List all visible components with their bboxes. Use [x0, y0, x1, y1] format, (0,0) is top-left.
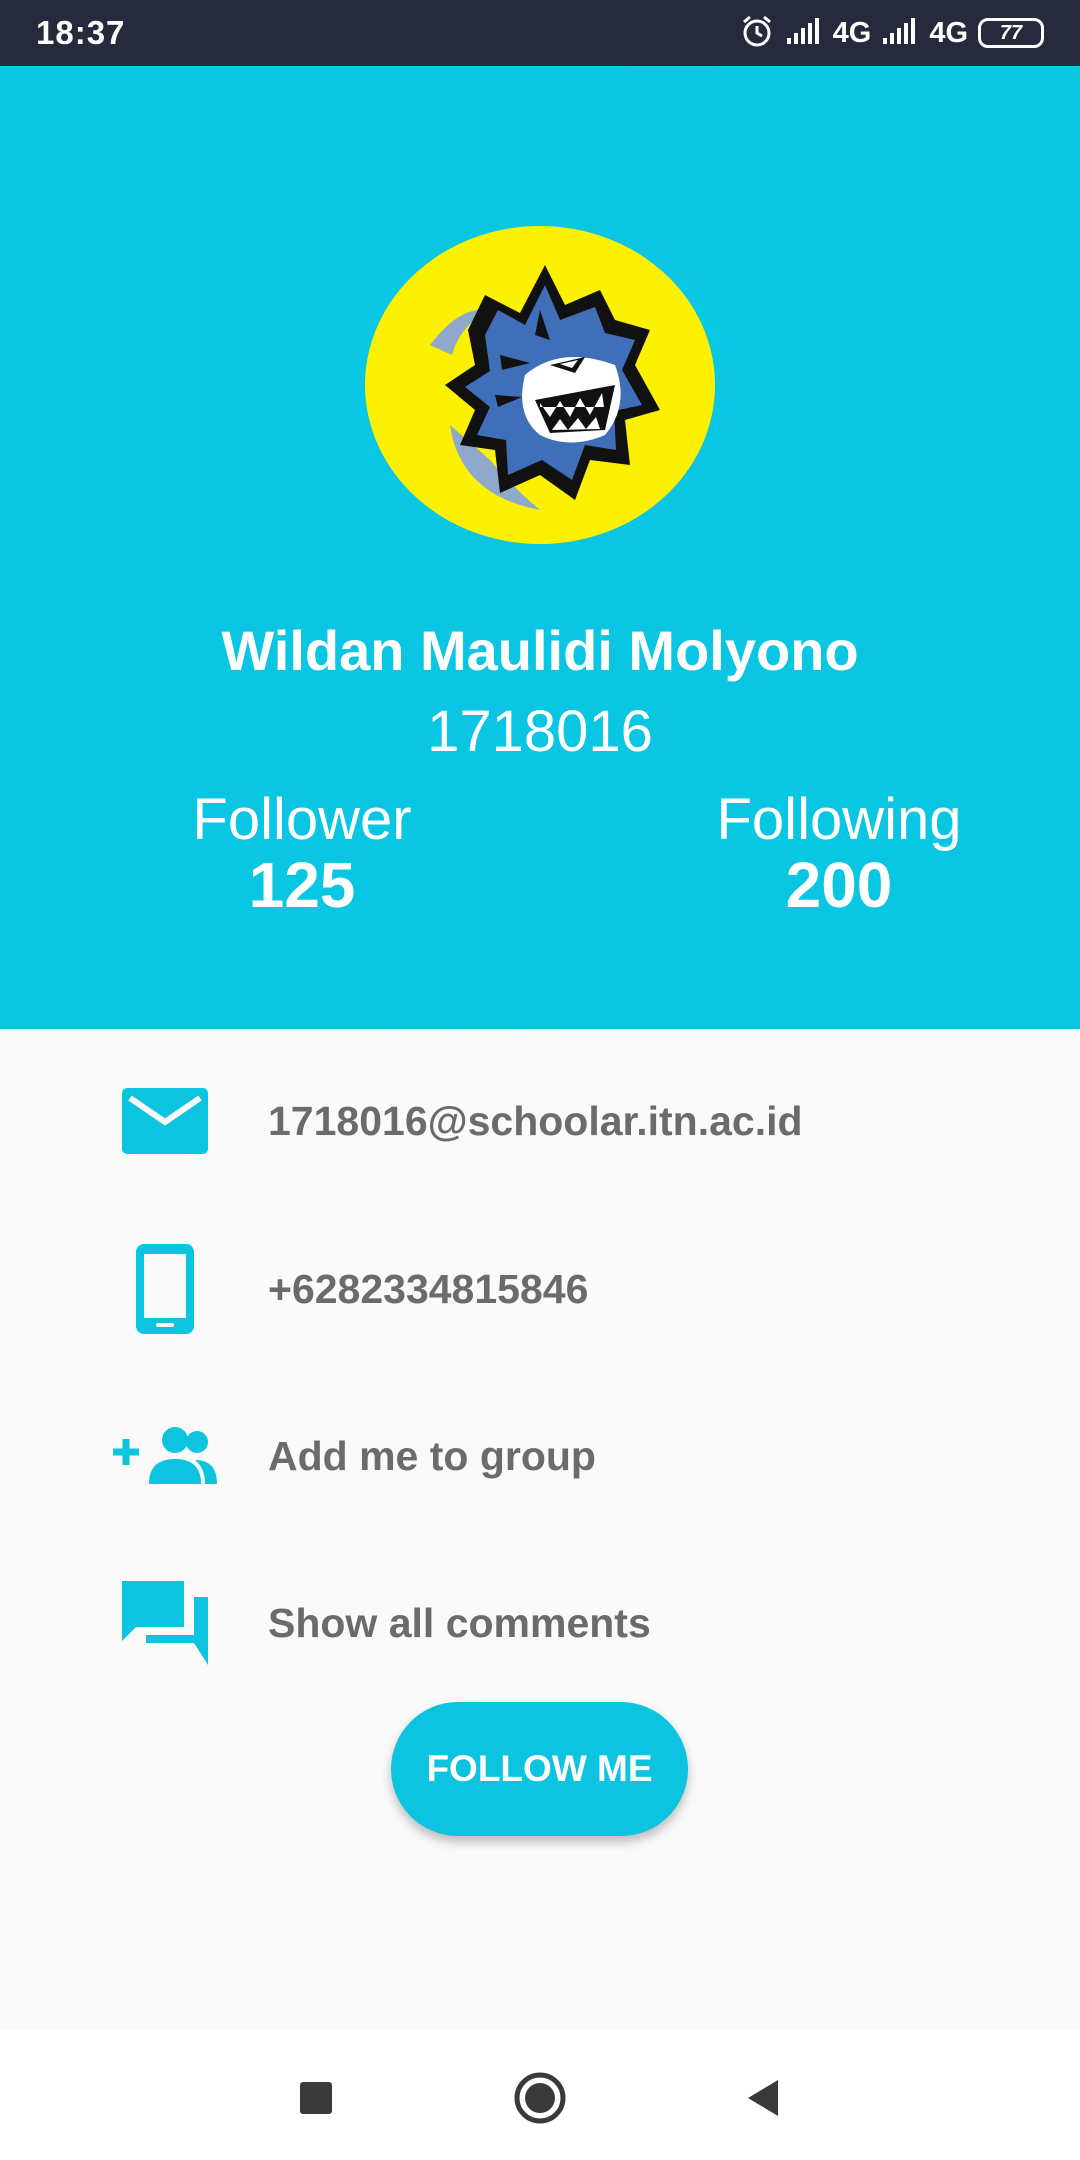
- triangle-back-icon: [748, 2080, 778, 2116]
- phone-row[interactable]: +6282334815846: [0, 1234, 1080, 1344]
- signal-icon: [881, 16, 919, 51]
- profile-id: 1718016: [427, 699, 653, 764]
- follow-me-button[interactable]: FOLLOW ME: [391, 1702, 688, 1836]
- comments-row[interactable]: Show all comments: [0, 1568, 1080, 1678]
- battery-icon: 77: [978, 18, 1044, 48]
- back-button[interactable]: [734, 2068, 794, 2128]
- following-label: Following: [716, 787, 962, 852]
- network-type-2: 4G: [929, 16, 968, 49]
- signal-icon: [785, 16, 823, 51]
- email-row[interactable]: 1718016@schoolar.itn.ac.id: [0, 1066, 1080, 1176]
- navigation-bar: [0, 2030, 1080, 2160]
- followers-label: Follower: [192, 787, 412, 852]
- phone-icon: [110, 1239, 220, 1339]
- phone-text: +6282334815846: [268, 1265, 589, 1312]
- following-stat[interactable]: Following 200: [679, 787, 999, 921]
- square-icon: [300, 2082, 332, 2114]
- followers-count: 125: [248, 849, 356, 921]
- recent-apps-button[interactable]: [286, 2068, 346, 2128]
- circle-icon: [514, 2072, 566, 2124]
- group-add-icon: [110, 1406, 220, 1506]
- comments-text: Show all comments: [268, 1599, 651, 1646]
- email-text: 1718016@schoolar.itn.ac.id: [268, 1097, 803, 1144]
- network-type-1: 4G: [832, 16, 872, 49]
- email-icon: [110, 1071, 220, 1171]
- add-group-text: Add me to group: [268, 1432, 596, 1479]
- alarm-icon: [739, 13, 775, 54]
- followers-stat[interactable]: Follower 125: [142, 787, 462, 921]
- avatar[interactable]: [365, 226, 715, 544]
- status-bar: 18:37 4G 4G 77: [0, 0, 1080, 66]
- home-button[interactable]: [510, 2068, 570, 2128]
- status-icons: 4G 4G 77: [739, 13, 1044, 54]
- profile-name: Wildan Maulidi Molyono: [221, 619, 859, 682]
- comments-icon: [110, 1573, 220, 1673]
- status-time: 18:37: [36, 14, 126, 51]
- profile-header: Wildan Maulidi Molyono 1718016 Follower …: [0, 66, 1080, 1029]
- tiger-logo-icon: [430, 265, 660, 510]
- add-group-row[interactable]: Add me to group: [0, 1401, 1080, 1511]
- profile-screen: 18:37 4G 4G 77 Wildan Maulidi Molyono 17…: [0, 0, 1080, 2160]
- following-count: 200: [785, 849, 893, 921]
